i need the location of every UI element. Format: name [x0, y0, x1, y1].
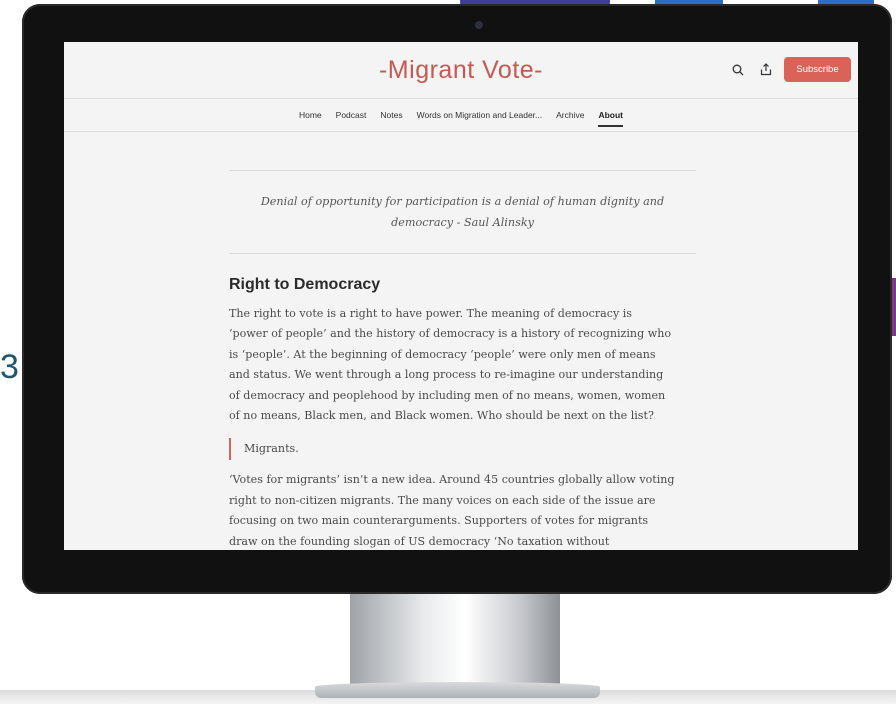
paragraph-line: of democracy and peoplehood by including…: [229, 388, 666, 402]
paragraph-line: The right to vote is a right to have pow…: [229, 307, 632, 320]
paragraph: ‘Votes for migrants’ isn’t a new idea. A…: [229, 470, 696, 550]
nav-item-words-on-migration[interactable]: Words on Migration and Leader...: [417, 102, 543, 128]
quote-line: democracy - Saul Alinsky: [391, 216, 534, 229]
blockquote: Migrants.: [229, 438, 696, 461]
paragraph-line: is ‘people’. At the beginning of democra…: [229, 347, 656, 361]
browser-screen: -Migrant Vote- Subscribe Home Podcast No…: [64, 42, 858, 550]
paragraph-line: right to non-citizen migrants. The many …: [229, 493, 656, 507]
epigraph-quote: Denial of opportunity for participation …: [229, 171, 696, 253]
paragraph-line: draw on the founding slogan of US democr…: [229, 534, 610, 548]
nav-item-notes[interactable]: Notes: [380, 102, 402, 128]
divider: [229, 253, 696, 254]
quote-line: Denial of opportunity for participation …: [260, 195, 665, 208]
paragraph-line: focusing on two main counterarguments. S…: [229, 514, 649, 528]
nav-item-archive[interactable]: Archive: [556, 102, 584, 128]
camera-icon: [475, 21, 483, 29]
nav-item-podcast[interactable]: Podcast: [336, 102, 367, 128]
nav-item-about[interactable]: About: [598, 102, 623, 128]
share-icon[interactable]: [760, 63, 772, 76]
nav-item-home[interactable]: Home: [299, 102, 322, 128]
paragraph-line: of no means, Black men, and Black women.…: [229, 409, 654, 423]
subscribe-button[interactable]: Subscribe: [784, 57, 851, 82]
paragraph: The right to vote is a right to have pow…: [229, 304, 696, 426]
background-edge-letter: 3: [0, 348, 19, 386]
paragraph-line: ‘Votes for migrants’ isn’t a new idea. A…: [229, 473, 675, 487]
section-heading: Right to Democracy: [229, 276, 381, 293]
search-icon[interactable]: [732, 64, 744, 76]
site-header: -Migrant Vote- Subscribe: [64, 42, 858, 99]
monitor-base: [315, 682, 600, 698]
paragraph-line: ‘power of people’ and the history of dem…: [229, 327, 672, 341]
site-nav: Home Podcast Notes Words on Migration an…: [64, 99, 858, 132]
monitor-stand: [350, 594, 560, 686]
article-content: Denial of opportunity for participation …: [229, 170, 696, 550]
paragraph-line: and status. We went through a long proce…: [229, 368, 664, 382]
